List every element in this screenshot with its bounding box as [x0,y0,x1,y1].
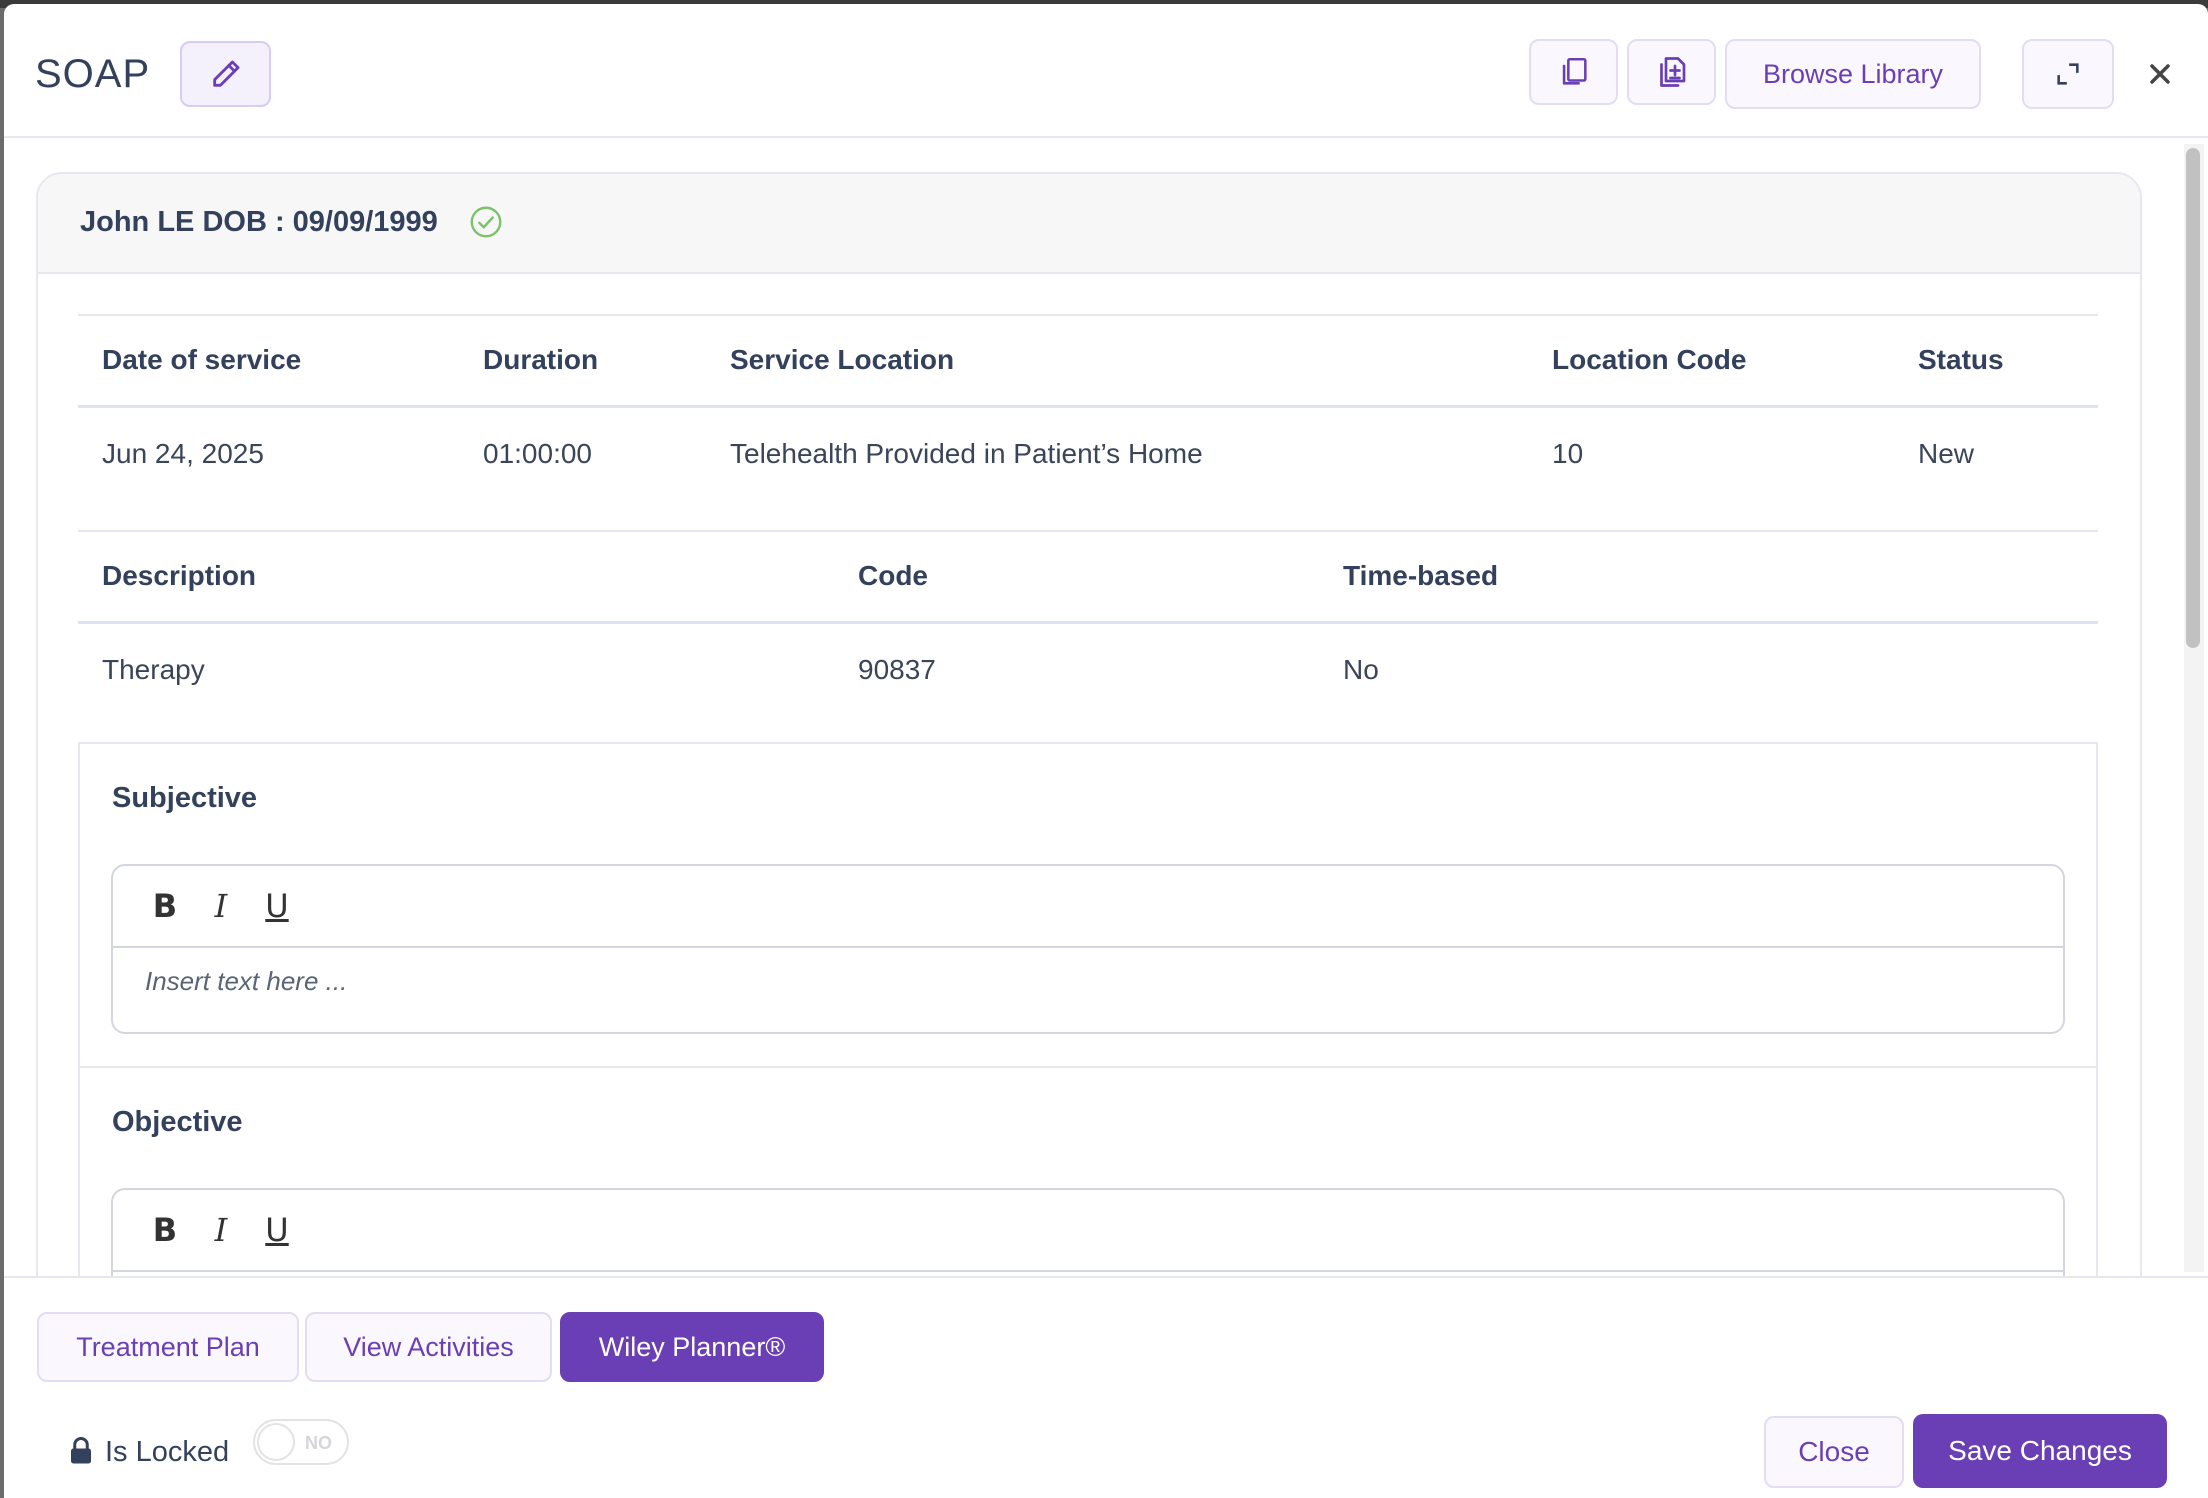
wiley-planner-button[interactable]: Wiley Planner® [560,1312,824,1382]
editor-toolbar: B I U [113,1190,2063,1272]
editor-toolbar: B I U [113,866,2063,948]
modal-body[interactable]: John LE DOB : 09/09/1999 Date of service… [4,140,2208,1276]
treatment-plan-button[interactable]: Treatment Plan [37,1312,299,1382]
document-plus-icon [1659,57,1685,87]
objective-section: Objective B I U [80,1068,2096,1276]
toggle-state: NO [305,1433,332,1453]
is-locked-toggle[interactable]: NO [253,1419,349,1465]
table-cell: Therapy [102,654,205,685]
scrollbar-thumb[interactable] [2186,148,2200,648]
save-changes-button[interactable]: Save Changes [1913,1414,2167,1488]
copy-icon [1562,57,1587,85]
table-cell: New [1918,438,1975,469]
table-row: Therapy 90837 No [78,624,2098,714]
paste-button[interactable] [1627,39,1716,105]
is-locked-label: Is Locked [105,1436,230,1468]
table-header-row: Date of service Duration Service Locatio… [78,316,2098,408]
expand-icon [2057,63,2079,85]
expand-button[interactable] [2022,39,2114,109]
underline-button[interactable]: U [255,884,299,928]
patient-name: John LE DOB : 09/09/1999 [80,206,438,238]
italic-button[interactable]: I [199,1208,243,1252]
service-table: Date of service Duration Service Locatio… [78,314,2098,522]
objective-editor[interactable]: B I U [111,1188,2065,1276]
bold-button[interactable]: B [143,884,187,928]
column-header: Status [1918,344,2004,375]
section-title: Objective [112,1106,243,1138]
code-table: Description Code Time-based Therapy 9083… [78,530,2098,728]
table-cell: Jun 24, 2025 [102,438,264,469]
bold-button[interactable]: B [143,1208,187,1252]
modal-title: SOAP [35,52,151,96]
pencil-icon [212,60,239,87]
note-card: John LE DOB : 09/09/1999 Date of service… [36,172,2142,1276]
underline-button[interactable]: U [255,1208,299,1252]
close-icon [2150,64,2170,84]
copy-button[interactable] [1529,39,1618,105]
table-row: Jun 24, 2025 01:00:00 Telehealth Provide… [78,408,2098,524]
column-header: Time-based [1343,560,1499,591]
section-title: Subjective [112,782,258,814]
subjective-section: Subjective B I U Insert text here ... [80,744,2096,1068]
modal-footer: Treatment Plan View Activities Wiley Pla… [4,1276,2208,1498]
column-header: Code [858,560,928,591]
browse-library-button[interactable]: Browse Library [1725,39,1981,109]
table-cell: No [1343,654,1379,685]
column-header: Location Code [1552,344,1747,375]
patient-header: John LE DOB : 09/09/1999 [38,174,2140,274]
table-cell: 90837 [858,654,936,685]
close-button[interactable]: Close [1764,1416,1904,1488]
table-cell: Telehealth Provided in Patient’s Home [730,438,1203,469]
italic-button[interactable]: I [199,884,243,928]
soap-sections: Subjective B I U Insert text here ... Ob… [78,742,2098,1276]
column-header: Description [102,560,257,591]
column-header: Date of service [102,344,302,375]
view-activities-button[interactable]: View Activities [305,1312,552,1382]
subjective-input[interactable]: Insert text here ... [145,966,347,997]
toggle-knob [257,1423,295,1461]
close-x-button[interactable] [2140,54,2180,94]
modal-header: SOAP Browse Library [4,4,2208,138]
table-header-row: Description Code Time-based [78,532,2098,624]
soap-modal: SOAP Browse Library John LE DOB: 09/09/… [4,4,2208,1498]
subjective-editor[interactable]: B I U Insert text here ... [111,864,2065,1034]
table-cell: 10 [1552,438,1584,469]
edit-title-button[interactable] [180,41,271,107]
table-cell: 01:00:00 [483,438,592,469]
lock-icon [71,1437,91,1464]
column-header: Service Location [730,344,955,375]
check-circle-icon [470,206,502,238]
column-header: Duration [483,344,599,375]
